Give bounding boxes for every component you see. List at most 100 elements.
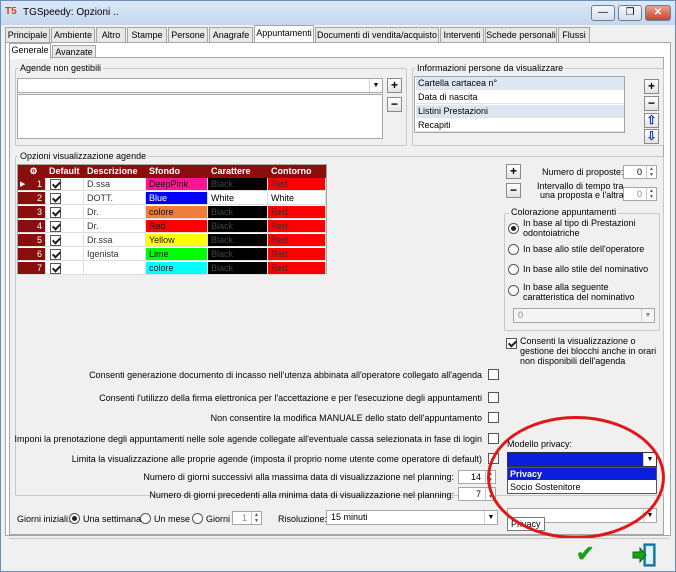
- default-cell[interactable]: [46, 178, 84, 191]
- confirm-check-icon[interactable]: ✔: [576, 541, 600, 567]
- numero-proposte-stepper[interactable]: 0 ▲ ▼: [623, 165, 657, 179]
- radio-stile-operatore[interactable]: [508, 244, 519, 255]
- list-item[interactable]: Recapiti: [416, 119, 624, 132]
- default-checkbox[interactable]: [50, 221, 61, 232]
- carattere-cell[interactable]: Black: [208, 248, 268, 261]
- contorno-cell[interactable]: White: [268, 192, 326, 205]
- tab-documenti[interactable]: Documenti di vendita/acquisto: [315, 27, 439, 42]
- list-item[interactable]: Listini Prestazioni: [416, 105, 624, 118]
- default-checkbox[interactable]: [50, 193, 61, 204]
- stepper-arrows-icon[interactable]: ▲ ▼: [251, 512, 261, 524]
- descrizione-cell[interactable]: Dr.ssa: [84, 234, 146, 247]
- radio-giorni[interactable]: [192, 513, 203, 524]
- stato-checkbox[interactable]: [488, 412, 499, 423]
- default-checkbox[interactable]: [50, 235, 61, 246]
- sfondo-cell[interactable]: colore: [146, 206, 208, 219]
- default-checkbox[interactable]: [50, 249, 61, 260]
- list-item[interactable]: Cartella cartacea n°: [416, 77, 624, 90]
- contorno-cell[interactable]: Red: [268, 206, 326, 219]
- column-header[interactable]: Carattere: [208, 165, 268, 178]
- default-checkbox[interactable]: [50, 179, 61, 190]
- carattere-cell[interactable]: Black: [208, 220, 268, 233]
- remove-row-button[interactable]: −: [506, 183, 521, 198]
- tab-ambiente[interactable]: Ambiente: [51, 27, 95, 42]
- add-agenda-button[interactable]: +: [387, 78, 402, 93]
- tab-appuntamenti[interactable]: Appuntamenti: [254, 25, 314, 42]
- giorni-stepper[interactable]: 1 ▲ ▼: [232, 511, 262, 525]
- sfondo-cell[interactable]: DeepPink: [146, 178, 208, 191]
- list-item[interactable]: Data di nascita: [416, 91, 624, 104]
- default-cell[interactable]: [46, 220, 84, 233]
- carattere-cell[interactable]: White: [208, 192, 268, 205]
- descrizione-cell[interactable]: Igenista: [84, 248, 146, 261]
- remove-info-button[interactable]: −: [644, 96, 659, 111]
- descrizione-cell[interactable]: [84, 262, 146, 275]
- risoluzione-combo[interactable]: 15 minuti ▼: [326, 510, 498, 525]
- default-checkbox[interactable]: [50, 263, 61, 274]
- radio-tipo-prestazioni[interactable]: [508, 223, 519, 234]
- agende-grid[interactable]: ⚙ Default Descrizione Sfondo Carattere C…: [17, 164, 327, 275]
- default-cell[interactable]: [46, 192, 84, 205]
- descrizione-cell[interactable]: DOTT.: [84, 192, 146, 205]
- radio-un-mese[interactable]: [140, 513, 151, 524]
- carattere-cell[interactable]: Black: [208, 234, 268, 247]
- cassa-checkbox[interactable]: [488, 433, 499, 444]
- column-header[interactable]: Default: [46, 165, 84, 178]
- firma-checkbox[interactable]: [488, 392, 499, 403]
- default-cell[interactable]: [46, 234, 84, 247]
- sfondo-cell[interactable]: Lime: [146, 248, 208, 261]
- contorno-cell[interactable]: Red: [268, 248, 326, 261]
- default-cell[interactable]: [46, 262, 84, 275]
- column-header[interactable]: Descrizione: [84, 165, 146, 178]
- sfondo-cell[interactable]: Yellow: [146, 234, 208, 247]
- remove-agenda-button[interactable]: −: [387, 97, 402, 112]
- carattere-cell[interactable]: Black: [208, 262, 268, 275]
- tab-flussi[interactable]: Flussi: [558, 27, 590, 42]
- agende-list[interactable]: [17, 94, 383, 139]
- subtab-generale[interactable]: Generale: [9, 43, 51, 59]
- carattere-cell[interactable]: Black: [208, 206, 268, 219]
- tab-principale[interactable]: Principale: [5, 27, 50, 42]
- agende-combo[interactable]: ▼: [17, 78, 383, 93]
- tab-anagrafe[interactable]: Anagrafe: [209, 27, 253, 42]
- sfondo-cell[interactable]: colore: [146, 262, 208, 275]
- tab-schede-personali[interactable]: Schede personali: [485, 27, 557, 42]
- incasso-checkbox[interactable]: [488, 369, 499, 380]
- contorno-cell[interactable]: Red: [268, 178, 326, 191]
- default-cell[interactable]: [46, 248, 84, 261]
- tab-persone[interactable]: Persone: [168, 27, 208, 42]
- default-cell[interactable]: [46, 206, 84, 219]
- contorno-cell[interactable]: Red: [268, 234, 326, 247]
- stepper-arrows-icon[interactable]: ▲ ▼: [646, 188, 656, 200]
- tab-interventi[interactable]: Interventi: [440, 27, 484, 42]
- consenti-blocchi-checkbox[interactable]: [506, 338, 517, 349]
- gear-icon[interactable]: ⚙: [18, 165, 46, 178]
- add-info-button[interactable]: +: [644, 79, 659, 94]
- add-row-button[interactable]: +: [506, 164, 521, 179]
- intervallo-stepper[interactable]: 0 ▲ ▼: [623, 187, 657, 201]
- close-button[interactable]: ✕: [645, 5, 671, 21]
- maximize-button[interactable]: ❐: [618, 5, 642, 21]
- tab-stampe[interactable]: Stampe: [127, 27, 167, 42]
- tab-altro[interactable]: Altro: [96, 27, 126, 42]
- descrizione-cell[interactable]: Dr.: [84, 206, 146, 219]
- caratteristica-combo[interactable]: 0 ▼: [513, 308, 655, 323]
- info-list[interactable]: Cartella cartacea n° Data di nascita Lis…: [414, 76, 625, 133]
- radio-una-settimana[interactable]: [69, 513, 80, 524]
- contorno-cell[interactable]: Red: [268, 220, 326, 233]
- move-down-icon[interactable]: ⇩: [644, 129, 659, 144]
- column-header[interactable]: Contorno: [268, 165, 326, 178]
- radio-stile-nominativo[interactable]: [508, 264, 519, 275]
- default-checkbox[interactable]: [50, 207, 61, 218]
- contorno-cell[interactable]: Red: [268, 262, 326, 275]
- descrizione-cell[interactable]: Dr.: [84, 220, 146, 233]
- exit-door-icon[interactable]: [631, 542, 657, 568]
- stepper-arrows-icon[interactable]: ▲ ▼: [646, 166, 656, 178]
- sfondo-cell[interactable]: Red: [146, 220, 208, 233]
- move-up-icon[interactable]: ⇧: [644, 113, 659, 128]
- column-header[interactable]: Sfondo: [146, 165, 208, 178]
- sfondo-cell[interactable]: Blue: [146, 192, 208, 205]
- descrizione-cell[interactable]: D.ssa: [84, 178, 146, 191]
- carattere-cell[interactable]: Black: [208, 178, 268, 191]
- minimize-button[interactable]: —: [591, 5, 615, 21]
